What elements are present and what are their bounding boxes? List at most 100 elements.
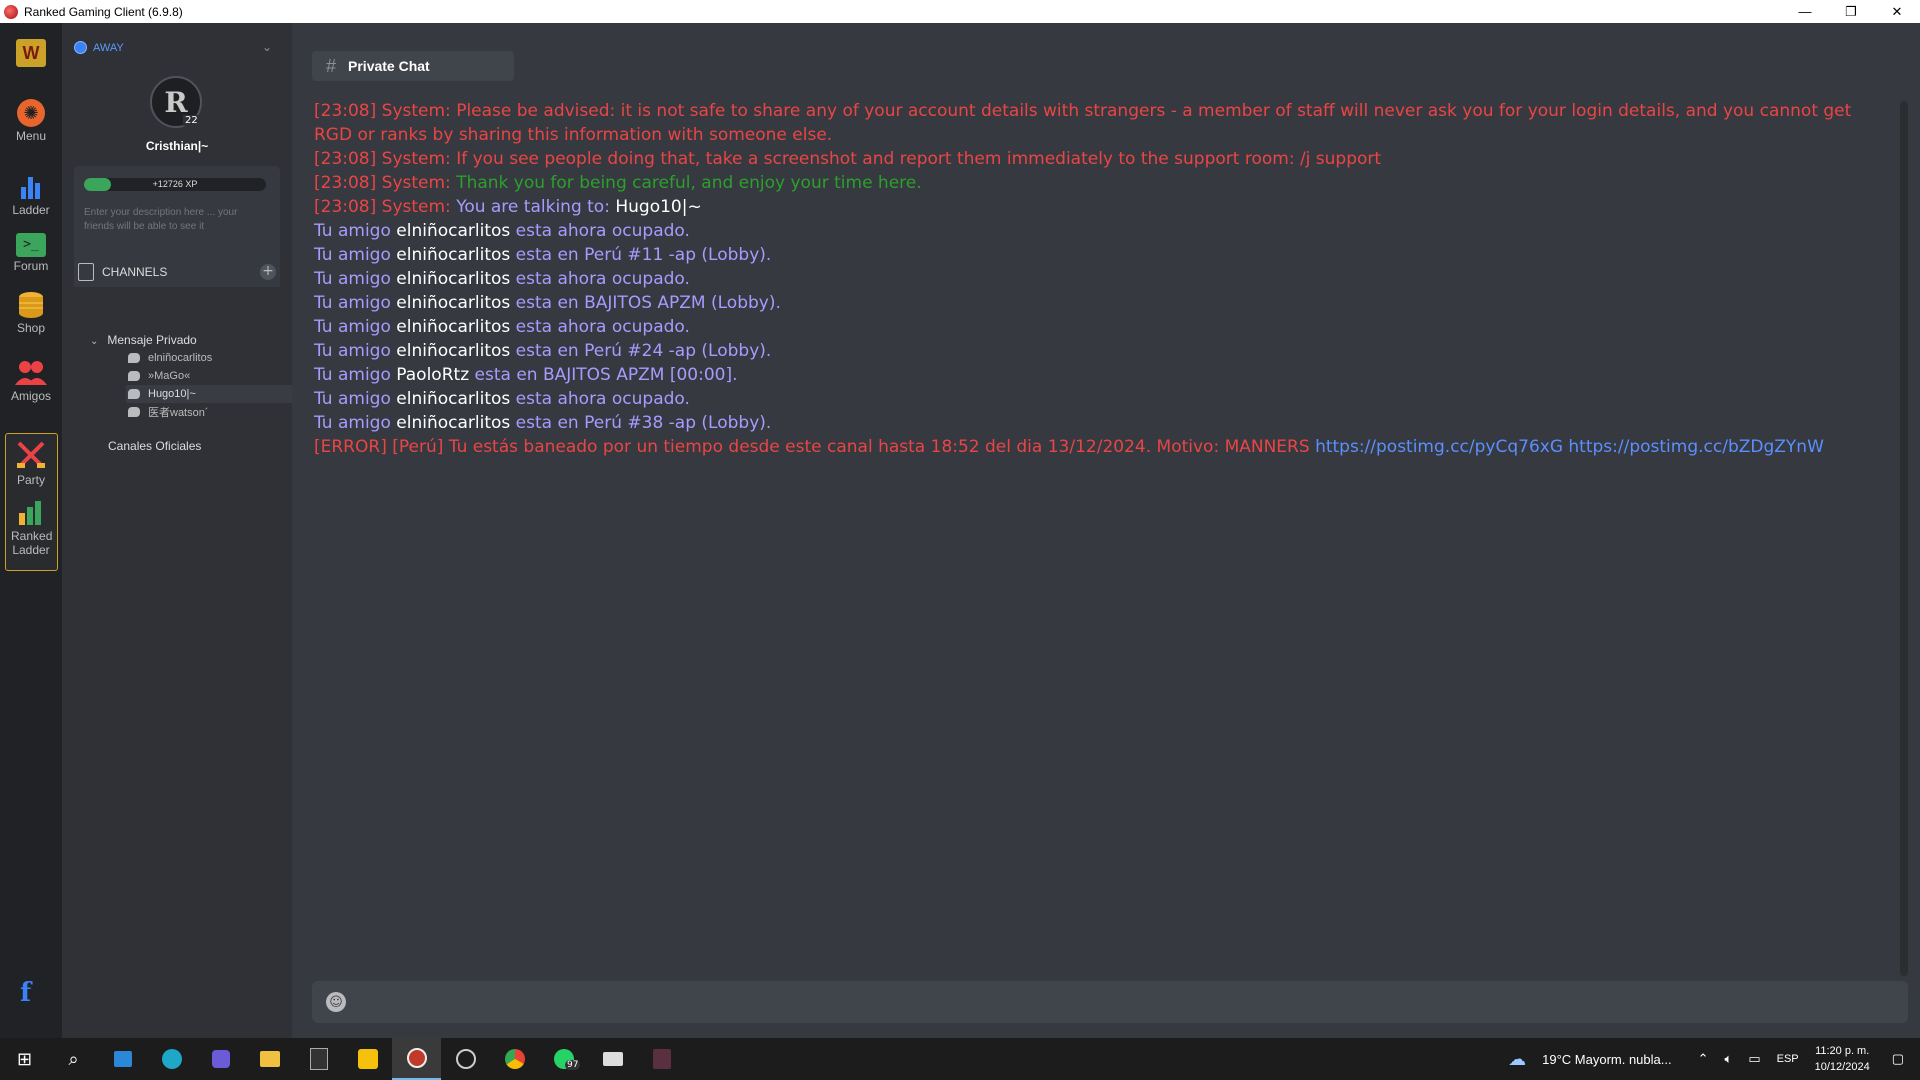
edge-icon[interactable]: [147, 1038, 196, 1080]
facebook-icon[interactable]: f: [20, 978, 31, 1008]
chat-panel: # Private Chat [23:08] System: Please be…: [292, 23, 1920, 1038]
scrollbar[interactable]: [1900, 101, 1908, 976]
nav-ranked-ladder-label: Ranked Ladder: [11, 529, 53, 557]
message-segment: elniñocarlitos: [396, 317, 511, 337]
close-button[interactable]: ✕: [1874, 0, 1920, 23]
chevron-down-icon[interactable]: ⌄: [262, 40, 272, 54]
notifications-icon[interactable]: ▢: [1892, 1051, 1904, 1067]
chevron-up-icon[interactable]: ⌃: [1698, 1051, 1709, 1067]
terminal-icon: >_: [16, 233, 46, 257]
dm-item[interactable]: 医者watson´: [126, 403, 292, 421]
message-segment: Tu amigo: [314, 413, 397, 433]
message-input[interactable]: ☺: [312, 981, 1908, 1023]
windows-start-icon[interactable]: ⊞: [0, 1038, 49, 1080]
chat-message: [ERROR] [Perú] Tu estás baneado por un t…: [314, 435, 1884, 459]
dm-item[interactable]: »MaGo«: [126, 367, 292, 385]
ranked-gaming-icon[interactable]: [392, 1038, 441, 1080]
nav-party[interactable]: Party: [0, 439, 62, 487]
message-segment: [ERROR] [Perú] Tu estás baneado por un t…: [314, 437, 1316, 457]
message-link[interactable]: https://postimg.cc/pyCq76xG: [1315, 437, 1563, 457]
weather-icon[interactable]: ☁: [1508, 1049, 1526, 1070]
clock-date: 10/12/2024: [1814, 1061, 1870, 1073]
sidebar: AWAY ⌄ R 22 Cristhian|~ +12726 XP Enter …: [62, 23, 292, 1038]
epic-games-icon[interactable]: [294, 1038, 343, 1080]
message-segment: [23:08] System:: [314, 197, 457, 217]
description-input[interactable]: Enter your description here ... your fri…: [84, 206, 270, 234]
chat-message: Tu amigo elniñocarlitos esta en Perú #38…: [314, 411, 1884, 435]
nav-ladder[interactable]: Ladder: [0, 173, 62, 217]
profile-card: +12726 XP Enter your description here ..…: [74, 166, 280, 263]
chevron-down-icon: ⌄: [90, 336, 99, 347]
restore-button[interactable]: ❐: [1828, 0, 1874, 23]
chat-message: Tu amigo elniñocarlitos esta ahora ocupa…: [314, 315, 1884, 339]
video-editor-icon[interactable]: [196, 1038, 245, 1080]
network-icon[interactable]: ▭: [1748, 1051, 1760, 1067]
chat-bubble-icon: [128, 389, 140, 399]
message-segment: esta en Perú #38 -ap (Lobby).: [510, 413, 772, 433]
nav-menu[interactable]: ✺ Menu: [0, 99, 62, 143]
search-icon[interactable]: ⌕: [49, 1038, 98, 1080]
message-segment: elniñocarlitos: [396, 269, 511, 289]
nav-forum-label: Forum: [13, 259, 49, 273]
status-label: AWAY: [93, 41, 124, 54]
file-explorer-icon[interactable]: [245, 1038, 294, 1080]
message-segment: Thank you for being careful, and enjoy y…: [456, 173, 922, 193]
language-indicator[interactable]: ESP: [1777, 1053, 1799, 1065]
message-segment: [23:08] System:: [314, 101, 457, 121]
channels-icon: [78, 263, 94, 281]
message-segment: Tu amigo: [314, 365, 397, 385]
window-titlebar: Ranked Gaming Client (6.9.8) — ❐ ✕: [0, 0, 1920, 23]
mail-icon[interactable]: [588, 1038, 637, 1080]
dm-item-active[interactable]: Hugo10|~: [126, 385, 292, 403]
message-segment: Tu amigo: [314, 341, 397, 361]
status-selector[interactable]: AWAY: [74, 41, 124, 54]
dm-item[interactable]: elniñocarlitos: [126, 349, 292, 367]
nav-forum[interactable]: >_ Forum: [0, 233, 62, 273]
minimize-button[interactable]: —: [1782, 0, 1828, 23]
message-segment: elniñocarlitos: [396, 221, 511, 241]
message-list: [23:08] System: Please be advised: it is…: [314, 99, 1884, 459]
volume-icon[interactable]: 🔈︎: [1725, 1051, 1733, 1067]
add-channel-button[interactable]: +: [260, 264, 276, 280]
whatsapp-icon[interactable]: 97: [539, 1038, 588, 1080]
message-segment: elniñocarlitos: [396, 413, 511, 433]
nav-shop[interactable]: Shop: [0, 291, 62, 335]
group-canales-oficiales[interactable]: Canales Oficiales: [108, 439, 201, 453]
ranked-bars-icon: [16, 499, 46, 527]
store-icon[interactable]: [98, 1038, 147, 1080]
chat-message: [23:08] System: Thank you for being care…: [314, 171, 1884, 195]
nav-amigos-label: Amigos: [10, 389, 51, 403]
message-segment: elniñocarlitos: [396, 245, 511, 265]
xp-label: +12726 XP: [152, 179, 198, 189]
message-segment: esta en Perú #24 -ap (Lobby).: [510, 341, 772, 361]
steam-like-icon[interactable]: [441, 1038, 490, 1080]
wc3-logo-icon[interactable]: W: [0, 39, 62, 69]
message-segment: Tu amigo: [314, 389, 397, 409]
nav-ranked-ladder[interactable]: Ranked Ladder: [0, 499, 62, 557]
dm-item-label: elniñocarlitos: [148, 352, 213, 364]
message-link[interactable]: https://postimg.cc/bZDgZYnW: [1568, 437, 1823, 457]
message-segment: Tu amigo: [314, 317, 397, 337]
weather-text[interactable]: 19°C Mayorm. nubla...: [1542, 1052, 1671, 1067]
xp-progress-bar: +12726 XP: [84, 178, 266, 191]
chrome-icon[interactable]: [490, 1038, 539, 1080]
chat-bubble-icon: [128, 371, 140, 381]
chat-message: [23:08] System: If you see people doing …: [314, 147, 1884, 171]
clock[interactable]: 11:20 p. m. 10/12/2024: [1815, 1043, 1870, 1075]
game-icon[interactable]: [637, 1038, 686, 1080]
tab-private-chat[interactable]: # Private Chat: [312, 51, 514, 81]
nav-menu-label: Menu: [15, 129, 47, 143]
users-icon: [15, 359, 47, 387]
rockstar-icon[interactable]: [343, 1038, 392, 1080]
message-segment: elniñocarlitos: [396, 389, 511, 409]
emoji-icon[interactable]: ☺: [326, 992, 346, 1012]
chat-message: Tu amigo elniñocarlitos esta en BAJITOS …: [314, 291, 1884, 315]
nav-amigos[interactable]: Amigos: [0, 359, 62, 403]
whatsapp-badge: 97: [565, 1060, 581, 1070]
dm-item-label: 医者watson´: [148, 407, 209, 419]
dm-item-label: »MaGo«: [148, 370, 191, 382]
message-segment: Please be advised: it is not safe to sha…: [314, 101, 1852, 145]
chat-message: [23:08] System: You are talking to: Hugo…: [314, 195, 1884, 219]
message-segment: You are talking to:: [456, 197, 616, 217]
group-mensaje-privado[interactable]: ⌄ Mensaje Privado: [90, 333, 197, 347]
